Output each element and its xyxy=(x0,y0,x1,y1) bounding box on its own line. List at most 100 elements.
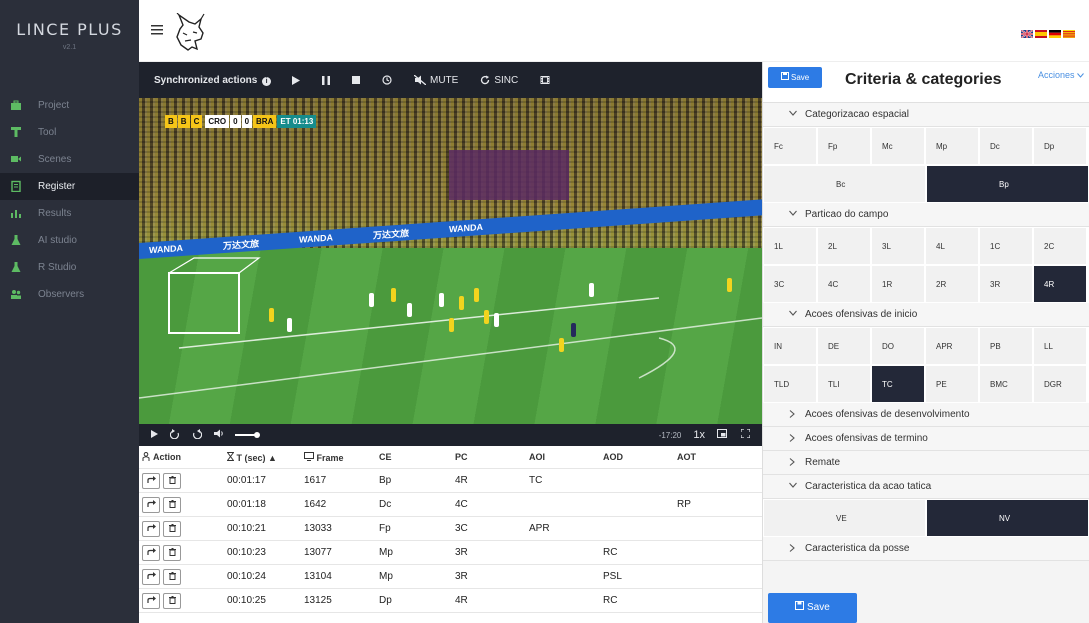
category-button[interactable]: PB xyxy=(979,327,1033,365)
mute-button[interactable]: MUTE xyxy=(414,75,458,86)
category-button[interactable]: TLD xyxy=(763,365,817,403)
play-button[interactable] xyxy=(292,75,300,85)
category-button[interactable]: Bc xyxy=(763,165,926,203)
column-header-pc[interactable]: PC xyxy=(455,452,529,462)
sidebar-item-tool[interactable]: Tool xyxy=(0,119,139,146)
category-button[interactable]: 1C xyxy=(979,227,1033,265)
redo-arrow-icon[interactable] xyxy=(142,592,160,609)
video-player[interactable]: WANDA 万达文旅 WANDA 万达文旅 WANDA B B C CRO 0 … xyxy=(139,98,762,424)
category-button[interactable]: Mp xyxy=(925,127,979,165)
category-button[interactable]: DO xyxy=(871,327,925,365)
criterion-header[interactable]: Remate xyxy=(763,451,1089,475)
forward-5-icon[interactable] xyxy=(192,428,203,442)
criterion-header[interactable]: Acoes ofensivas de desenvolvimento xyxy=(763,403,1089,427)
sidebar-item-project[interactable]: Project xyxy=(0,92,139,119)
category-button[interactable]: 4R xyxy=(1033,265,1087,303)
trash-icon[interactable] xyxy=(163,472,181,489)
trash-icon[interactable] xyxy=(163,592,181,609)
category-button[interactable]: 3L xyxy=(871,227,925,265)
redo-arrow-icon[interactable] xyxy=(142,544,160,561)
category-button[interactable]: Dc xyxy=(979,127,1033,165)
film-button[interactable] xyxy=(540,75,550,85)
sidebar-item-scenes[interactable]: Scenes xyxy=(0,146,139,173)
fullscreen-icon[interactable] xyxy=(740,428,751,441)
picture-in-picture-icon[interactable] xyxy=(717,429,727,441)
volume-slider[interactable] xyxy=(235,432,260,438)
category-button[interactable]: NV xyxy=(926,499,1089,537)
category-button[interactable]: TLI xyxy=(817,365,871,403)
category-button[interactable]: PE xyxy=(925,365,979,403)
table-row[interactable]: 00:10:24 13104 Mp 3R PSL xyxy=(139,565,762,589)
category-button[interactable]: 4C xyxy=(817,265,871,303)
table-row[interactable]: 00:01:17 1617 Bp 4R TC xyxy=(139,469,762,493)
sidebar-item-observers[interactable]: Observers xyxy=(0,281,139,308)
spain-flag-icon[interactable] xyxy=(1035,30,1047,38)
category-button[interactable]: 3C xyxy=(763,265,817,303)
volume-slider-knob[interactable] xyxy=(254,432,260,438)
stop-button[interactable] xyxy=(352,76,360,84)
redo-arrow-icon[interactable] xyxy=(142,568,160,585)
sidebar-item-register[interactable]: Register xyxy=(0,173,139,200)
trash-icon[interactable] xyxy=(163,568,181,585)
column-header-aoi[interactable]: AOI xyxy=(529,452,603,462)
category-button[interactable]: Dp xyxy=(1033,127,1087,165)
uk-flag-icon[interactable] xyxy=(1021,30,1033,38)
category-button[interactable]: 2L xyxy=(817,227,871,265)
category-button[interactable]: DGR xyxy=(1033,365,1087,403)
category-button[interactable]: APR xyxy=(925,327,979,365)
category-button[interactable]: 2C xyxy=(1033,227,1087,265)
trash-icon[interactable] xyxy=(163,544,181,561)
catalonia-flag-icon[interactable] xyxy=(1063,30,1075,38)
table-row[interactable]: 00:10:23 13077 Mp 3R RC xyxy=(139,541,762,565)
category-button[interactable]: TC xyxy=(871,365,925,403)
category-button[interactable]: Bp xyxy=(926,165,1089,203)
column-header-frame[interactable]: Frame xyxy=(304,451,379,463)
column-header-time[interactable]: T (sec) ▲ xyxy=(226,451,304,463)
criterion-header[interactable]: Caracteristica da posse xyxy=(763,537,1089,561)
criterion-header[interactable]: Caracteristica da acao tatica xyxy=(763,475,1089,499)
criterion-header[interactable]: Acoes ofensivas de termino xyxy=(763,427,1089,451)
volume-icon[interactable] xyxy=(214,429,225,441)
column-header-action[interactable]: Action xyxy=(139,451,227,463)
category-button[interactable]: Mc xyxy=(871,127,925,165)
pause-button[interactable] xyxy=(322,75,330,85)
category-button[interactable]: Fp xyxy=(817,127,871,165)
acciones-dropdown[interactable]: Acciones xyxy=(1038,70,1084,80)
playback-speed[interactable]: 1x xyxy=(693,429,705,441)
sidebar-item-results[interactable]: Results xyxy=(0,200,139,227)
column-header-aot[interactable]: AOT xyxy=(677,452,751,462)
save-button-bottom[interactable]: Save xyxy=(768,593,857,623)
table-row[interactable]: 00:01:18 1642 Dc 4C RP xyxy=(139,493,762,517)
criterion-header[interactable]: Categorizacao espacial xyxy=(763,103,1089,127)
sinc-button[interactable]: SINC xyxy=(480,75,518,86)
column-header-aod[interactable]: AOD xyxy=(603,452,677,462)
trash-icon[interactable] xyxy=(163,496,181,513)
table-row[interactable]: 00:10:21 13033 Fp 3C APR xyxy=(139,517,762,541)
table-row[interactable]: 00:10:25 13125 Dp 4R RC xyxy=(139,589,762,613)
category-button[interactable]: 1L xyxy=(763,227,817,265)
category-button[interactable]: 3R xyxy=(979,265,1033,303)
category-button[interactable]: Fc xyxy=(763,127,817,165)
category-button[interactable]: 1R xyxy=(871,265,925,303)
category-button[interactable]: IN xyxy=(763,327,817,365)
redo-arrow-icon[interactable] xyxy=(142,472,160,489)
category-button[interactable]: VE xyxy=(763,499,926,537)
trash-icon[interactable] xyxy=(163,520,181,537)
category-button[interactable]: DE xyxy=(817,327,871,365)
category-button[interactable]: LL xyxy=(1033,327,1087,365)
clock-button[interactable] xyxy=(382,75,392,85)
info-icon[interactable]: i xyxy=(262,76,272,86)
category-button[interactable]: 2R xyxy=(925,265,979,303)
sidebar-item-ai-studio[interactable]: AI studio xyxy=(0,227,139,254)
save-button-top[interactable]: Save xyxy=(768,67,822,88)
category-button[interactable]: 4L xyxy=(925,227,979,265)
redo-arrow-icon[interactable] xyxy=(142,496,160,513)
category-button[interactable]: BMC xyxy=(979,365,1033,403)
criterion-header[interactable]: Particao do campo xyxy=(763,203,1089,227)
column-header-ce[interactable]: CE xyxy=(379,452,455,462)
redo-arrow-icon[interactable] xyxy=(142,520,160,537)
criterion-header[interactable]: Acoes ofensivas de inicio xyxy=(763,303,1089,327)
hamburger-menu-icon[interactable] xyxy=(151,24,163,38)
sidebar-item-r-studio[interactable]: R Studio xyxy=(0,254,139,281)
play-icon[interactable] xyxy=(151,429,158,441)
